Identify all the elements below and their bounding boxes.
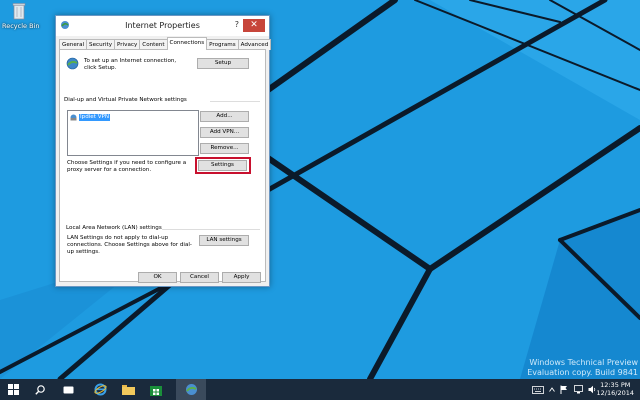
add-button[interactable]: Add... [200,111,249,122]
internet-properties-dialog: Internet Properties ? ✕ General Security… [55,15,272,287]
dialup-group-header: Dial-up and Virtual Private Network sett… [64,97,187,103]
cancel-button[interactable]: Cancel [180,272,219,283]
dialup-group-divider [210,101,260,102]
show-hidden-icons-button[interactable] [548,379,556,400]
chevron-up-icon [549,387,555,392]
clock-time: 12:35 PM [600,381,631,389]
windows-logo-icon [7,384,19,395]
action-center-button[interactable] [558,379,570,400]
settings-button[interactable]: Settings [198,160,247,171]
start-button[interactable] [0,379,26,400]
recycle-bin[interactable]: Recycle Bin [2,2,40,30]
ok-button[interactable]: OK [138,272,177,283]
list-item[interactable]: Ipdiet VPN [70,113,111,121]
setup-button[interactable]: Setup [197,58,249,69]
connections-panel: To set up an Internet connection, click … [59,49,266,282]
recycle-bin-label: Recycle Bin [2,22,40,30]
internet-options-icon [185,384,197,395]
lan-settings-button[interactable]: LAN settings [199,235,249,246]
remove-button[interactable]: Remove... [200,143,249,154]
system-clock[interactable]: 12:35 PM 12/16/2014 [597,381,634,397]
search-icon [35,384,45,395]
lan-group-divider [162,229,260,230]
internet-explorer-button[interactable] [88,379,112,400]
dialog-titlebar[interactable]: Internet Properties ? ✕ [56,16,269,36]
network-button[interactable] [572,379,584,400]
apply-button[interactable]: Apply [222,272,261,283]
store-button[interactable] [144,379,168,400]
vpn-connection-icon [70,114,77,120]
settings-description: Choose Settings if you need to configure… [67,160,187,173]
task-view-button[interactable] [56,379,80,400]
flag-icon [560,385,567,394]
internet-explorer-icon [93,383,107,396]
lan-description: LAN Settings do not apply to dial-up con… [67,235,192,255]
store-icon [150,385,162,396]
close-button[interactable]: ✕ [243,19,265,32]
internet-properties-taskbar-button[interactable] [176,379,206,400]
folder-icon [121,385,135,395]
setup-description: To set up an Internet connection, click … [84,58,177,71]
touch-keyboard-button[interactable] [530,379,546,400]
search-button[interactable] [28,379,52,400]
watermark-line2: Evaluation copy. Build 9841 [527,368,638,377]
help-button[interactable]: ? [235,20,239,29]
network-icon [573,385,583,394]
connections-list[interactable]: Ipdiet VPN [67,110,199,156]
tab-connections[interactable]: Connections [166,37,208,50]
connection-name: Ipdiet VPN [79,113,111,121]
task-view-icon [63,386,73,393]
globe-connection-icon [66,57,79,70]
recycle-bin-icon [12,2,26,20]
file-explorer-button[interactable] [116,379,140,400]
clock-date: 12/16/2014 [596,389,634,397]
keyboard-icon [532,385,544,394]
evaluation-watermark: Windows Technical Preview Evaluation cop… [527,358,638,378]
add-vpn-button[interactable]: Add VPN... [200,127,249,138]
volume-icon [588,385,595,394]
watermark-line1: Windows Technical Preview [529,358,638,367]
taskbar: 12:35 PM 12/16/2014 [0,379,640,400]
